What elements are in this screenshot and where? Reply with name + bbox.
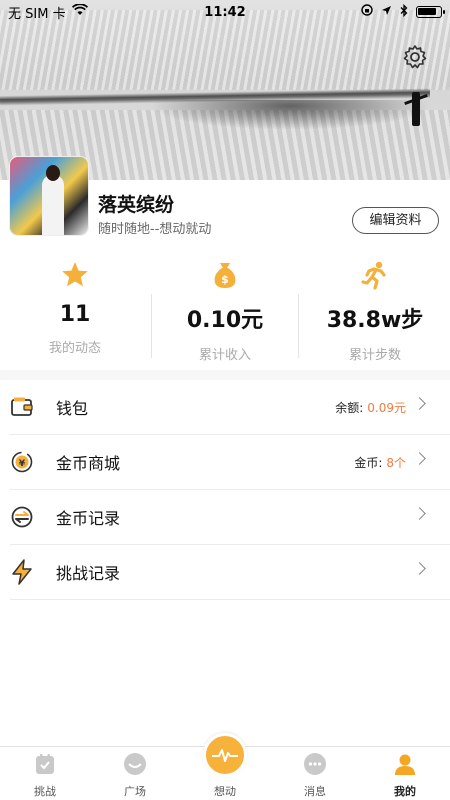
tab-challenge[interactable]: 挑战 — [0, 747, 90, 800]
bluetooth-icon — [400, 3, 408, 21]
pulse-icon — [203, 733, 247, 777]
location-icon — [381, 5, 392, 20]
chevron-right-icon — [413, 507, 426, 520]
tab-label: 广场 — [124, 785, 146, 798]
carrier-label: 无 SIM 卡 — [8, 6, 66, 22]
wifi-icon — [71, 3, 88, 20]
lightning-icon — [10, 559, 34, 585]
tab-label: 我的 — [394, 785, 416, 798]
runner-icon — [300, 260, 450, 290]
menu-item-label: 金币记录 — [56, 509, 121, 528]
money-bag-icon: $ — [150, 260, 300, 290]
star-icon — [0, 260, 150, 290]
menu-list: 钱包 余额: 0.09元 ¥ 金币商城 金币: 8个 金币记录 挑战记录 — [0, 380, 450, 600]
tab-label: 想动 — [214, 785, 236, 798]
stat-value: 38.8w步 — [326, 308, 424, 333]
menu-item-wallet[interactable]: 钱包 余额: 0.09元 — [10, 380, 450, 435]
bottom-tab-bar: 挑战 广场 想动 消息 我的 — [0, 733, 450, 800]
tab-profile[interactable]: 我的 — [360, 747, 450, 800]
tab-plaza[interactable]: 广场 — [90, 747, 180, 800]
plaza-icon — [90, 751, 180, 777]
profile-name: 落英缤纷 — [98, 194, 175, 216]
edit-profile-button[interactable]: 编辑资料 — [352, 207, 439, 234]
menu-item-coin-mall[interactable]: ¥ 金币商城 金币: 8个 — [10, 435, 450, 490]
settings-gear-icon[interactable] — [402, 44, 428, 70]
svg-text:¥: ¥ — [19, 459, 26, 469]
svg-text:$: $ — [221, 273, 229, 286]
coin-yen-icon: ¥ — [10, 450, 34, 474]
divider — [298, 294, 299, 358]
coin-exchange-icon — [10, 505, 34, 529]
menu-item-challenge-records[interactable]: 挑战记录 — [10, 545, 450, 600]
message-icon — [270, 751, 360, 777]
stat-value: 0.10元 — [186, 308, 264, 333]
coin-count: 金币: 8个 — [354, 455, 406, 470]
tab-label: 消息 — [304, 785, 326, 798]
tab-label: 挑战 — [34, 785, 56, 798]
profile-icon — [360, 751, 450, 777]
menu-item-label: 钱包 — [56, 399, 89, 418]
wallet-icon — [10, 395, 34, 419]
battery-icon — [416, 6, 445, 18]
stat-label: 累计步数 — [348, 348, 401, 363]
tab-move[interactable]: 想动 — [180, 733, 270, 800]
orientation-lock-icon — [361, 4, 373, 20]
menu-item-label: 挑战记录 — [56, 564, 121, 583]
stats-row: 11 我的动态 $ 0.10元 累计收入 38.8w步 累计步数 — [0, 256, 450, 368]
wallet-balance: 余额: 0.09元 — [335, 400, 406, 415]
menu-item-coin-records[interactable]: 金币记录 — [10, 490, 450, 545]
stat-income[interactable]: $ 0.10元 累计收入 — [150, 256, 300, 368]
stat-label: 我的动态 — [48, 341, 101, 356]
stat-value: 11 — [59, 302, 91, 327]
profile-subtitle: 随时随地--想动就动 — [98, 222, 212, 237]
profile-cover-image — [0, 0, 450, 180]
stat-label: 累计收入 — [198, 348, 251, 363]
chevron-right-icon — [413, 397, 426, 410]
tab-messages[interactable]: 消息 — [270, 747, 360, 800]
avatar[interactable] — [10, 157, 88, 235]
empty-area — [0, 600, 450, 746]
chevron-right-icon — [413, 452, 426, 465]
status-bar: 无 SIM 卡 11:42 — [0, 0, 450, 24]
chevron-right-icon — [413, 562, 426, 575]
stat-steps[interactable]: 38.8w步 累计步数 — [300, 256, 450, 368]
stat-posts[interactable]: 11 我的动态 — [0, 256, 150, 368]
divider — [151, 294, 152, 358]
challenge-icon — [0, 751, 90, 777]
menu-item-label: 金币商城 — [56, 454, 121, 473]
